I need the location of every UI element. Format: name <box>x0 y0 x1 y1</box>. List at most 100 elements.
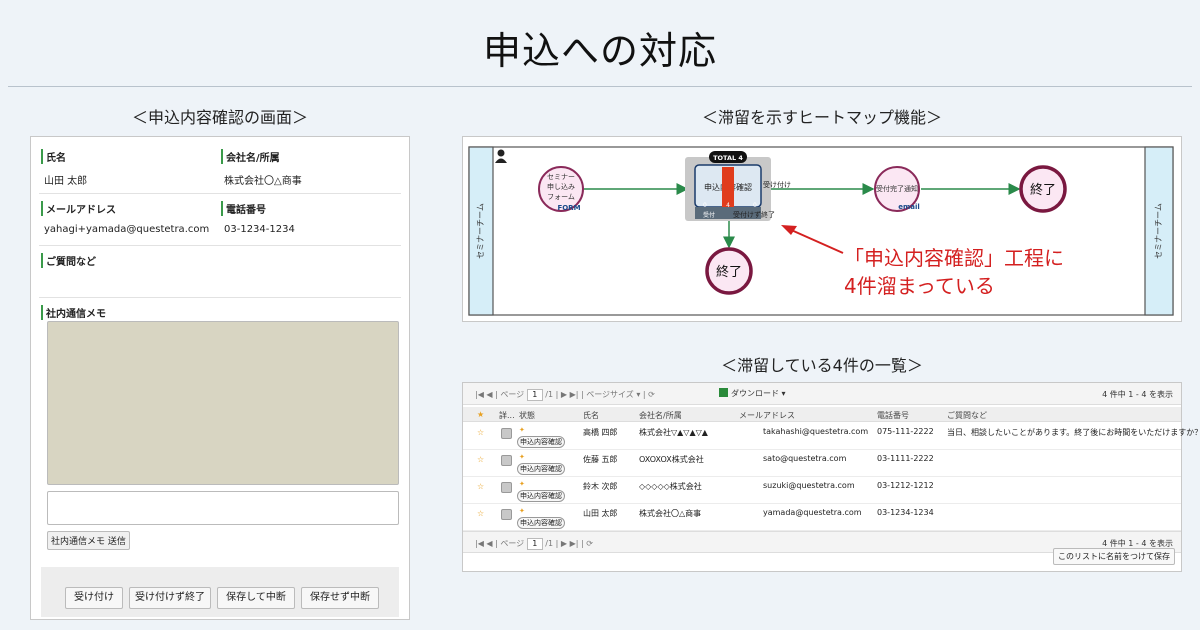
page-input[interactable]: 1 <box>526 389 543 401</box>
form-caption: ＜申込内容確認の画面＞ <box>131 108 308 127</box>
field-phone-value: 03-1234-1234 <box>224 224 295 235</box>
star-icon[interactable]: ☆ <box>477 428 484 437</box>
first-page-icon[interactable]: |◀ <box>475 539 484 548</box>
divider <box>39 245 401 246</box>
detail-icon[interactable] <box>501 455 512 466</box>
process-diagram-svg: セミナーチーム セミナーチーム セミナー 申し込み フォーム FORM 申込内容… <box>468 146 1174 316</box>
row-company: 株式会社〇△商事 <box>639 509 702 518</box>
row-phone: 03-1212-1212 <box>877 481 934 490</box>
field-questions-label: ご質問など <box>41 253 96 268</box>
download-menu[interactable]: ダウンロード ▾ <box>719 388 786 399</box>
row-company: OXOXOX株式会社 <box>639 455 704 464</box>
table-row[interactable]: ☆ ✦ 申込内容確認 鈴木 次郎 ◇◇◇◇◇株式会社 suzuki@queste… <box>463 477 1181 504</box>
star-icon[interactable]: ☆ <box>477 455 484 464</box>
memo-history-area[interactable] <box>47 321 399 485</box>
state-badge: 申込内容確認 <box>517 490 565 502</box>
start-tag: FORM <box>557 204 580 212</box>
reject-finish-button[interactable]: 受け付けず終了 <box>129 587 211 609</box>
field-name-value: 山田 太郎 <box>44 176 88 187</box>
accept-button[interactable]: 受け付け <box>65 587 123 609</box>
state-icon: ✦ <box>519 453 525 461</box>
callout-text: 「申込内容確認」工程に 4件溜まっている <box>844 244 1064 300</box>
row-question: 当日、相談したいことがあります。終了後にお時間をいただけますか？ <box>947 428 1200 437</box>
state-badge: 申込内容確認 <box>517 517 565 529</box>
col-star-header[interactable]: ★ <box>477 410 484 419</box>
star-icon[interactable]: ☆ <box>477 509 484 518</box>
row-email: sato@questetra.com <box>763 454 847 463</box>
stat-value-2: 0 <box>753 202 757 209</box>
field-phone: 電話番号 03-1234-1234 <box>221 201 295 235</box>
save-list-name-button[interactable]: このリストに名前をつけて保存 <box>1053 548 1175 565</box>
mail-tag: email <box>898 203 920 211</box>
col-company-header[interactable]: 会社名/所属 <box>639 410 682 421</box>
row-name: 高橋 四郎 <box>583 428 618 437</box>
page-size-select[interactable]: ページサイズ ▾ <box>586 390 640 399</box>
field-name: 氏名 山田 太郎 <box>41 149 87 187</box>
col-detail-header[interactable]: 詳... <box>499 410 515 421</box>
col-name-header[interactable]: 氏名 <box>583 410 599 421</box>
spreadsheet-icon <box>719 388 728 397</box>
application-form-panel: 氏名 山田 太郎 会社名/所属 株式会社〇△商事 メールアドレス yahagi+… <box>30 136 410 620</box>
field-company: 会社名/所属 株式会社〇△商事 <box>221 149 302 187</box>
detail-icon[interactable] <box>501 482 512 493</box>
page-total: /1 <box>545 539 554 548</box>
row-name: 佐藤 五郎 <box>583 455 618 464</box>
field-memo: 社内通信メモ <box>41 305 106 320</box>
first-page-icon[interactable]: |◀ <box>475 390 484 399</box>
end-label-1: 終了 <box>1030 182 1056 198</box>
refresh-icon[interactable]: ⟳ <box>648 390 655 399</box>
next-page-icon[interactable]: ▶ <box>561 390 567 399</box>
heatmap-caption: ＜滞留を示すヒートマップ機能＞ <box>701 108 942 127</box>
prev-page-icon[interactable]: ◀ <box>486 390 492 399</box>
detail-icon[interactable] <box>501 428 512 439</box>
last-page-icon[interactable]: ▶| <box>570 390 579 399</box>
detail-icon[interactable] <box>501 509 512 520</box>
row-email: suzuki@questetra.com <box>763 481 855 490</box>
col-question-header[interactable]: ご質問など <box>947 410 987 421</box>
state-badge: 申込内容確認 <box>517 463 565 475</box>
col-phone-header[interactable]: 電話番号 <box>877 410 909 421</box>
stat-label-accept: 受付 <box>703 211 715 219</box>
row-phone: 03-1111-2222 <box>877 454 934 463</box>
state-badge: 申込内容確認 <box>517 436 565 448</box>
table-header: ★ 詳... 状態 氏名 会社名/所属 メールアドレス 電話番号 ご質問など <box>463 407 1181 422</box>
field-name-label: 氏名 <box>41 149 87 164</box>
page-input[interactable]: 1 <box>526 538 543 550</box>
edge-label-reject: 受付けず終了 <box>733 210 775 219</box>
prev-page-icon[interactable]: ◀ <box>486 539 492 548</box>
page-total: /1 <box>545 390 554 399</box>
start-label-line2: 申し込み <box>547 182 575 191</box>
memo-input[interactable] <box>47 491 399 525</box>
discard-suspend-button[interactable]: 保存せず中断 <box>301 587 379 609</box>
callout-line2: 4件溜まっている <box>844 274 995 298</box>
col-email-header[interactable]: メールアドレス <box>739 410 795 421</box>
table-row[interactable]: ☆ ✦ 申込内容確認 高橋 四郎 株式会社▽▲▽▲▽▲ takahashi@qu… <box>463 423 1200 450</box>
row-phone: 075-111-2222 <box>877 427 934 436</box>
action-button-bar: 受け付け 受け付けず終了 保存して中断 保存せず中断 <box>41 567 399 617</box>
field-memo-label: 社内通信メモ <box>41 305 106 320</box>
edge-label-accept: 受け付け <box>763 180 791 189</box>
save-suspend-button[interactable]: 保存して中断 <box>217 587 295 609</box>
row-name: 鈴木 次郎 <box>583 482 618 491</box>
next-page-icon[interactable]: ▶ <box>561 539 567 548</box>
lane-label-left: セミナーチーム <box>476 203 485 259</box>
table-row[interactable]: ☆ ✦ 申込内容確認 佐藤 五郎 OXOXOX株式会社 sato@questet… <box>463 450 1181 477</box>
memo-send-button[interactable]: 社内通信メモ 送信 <box>47 531 130 550</box>
field-email-label: メールアドレス <box>41 201 209 216</box>
page-title: 申込への対応 <box>482 29 717 73</box>
pager-top: |◀ ◀ | ページ 1 /1 | ▶ ▶| | ページサイズ ▾ | ⟳ ダウ… <box>463 383 1181 405</box>
process-heatmap-diagram: セミナーチーム セミナーチーム セミナー 申し込み フォーム FORM 申込内容… <box>462 136 1182 322</box>
star-icon[interactable]: ☆ <box>477 482 484 491</box>
col-state-header[interactable]: 状態 <box>519 410 535 421</box>
row-company: ◇◇◇◇◇株式会社 <box>639 482 702 491</box>
row-name: 山田 太郎 <box>583 509 618 518</box>
start-label-line3: フォーム <box>547 193 575 201</box>
refresh-icon[interactable]: ⟳ <box>586 539 593 548</box>
title-divider <box>8 86 1192 87</box>
record-count: 4 件中 1 - 4 を表示 <box>1102 390 1173 399</box>
table-row[interactable]: ☆ ✦ 申込内容確認 山田 太郎 株式会社〇△商事 yamada@questet… <box>463 504 1181 531</box>
field-email-value: yahagi+yamada@questetra.com <box>44 224 210 235</box>
divider <box>39 297 401 298</box>
stat-value-1: 4 <box>726 202 730 209</box>
last-page-icon[interactable]: ▶| <box>570 539 579 548</box>
